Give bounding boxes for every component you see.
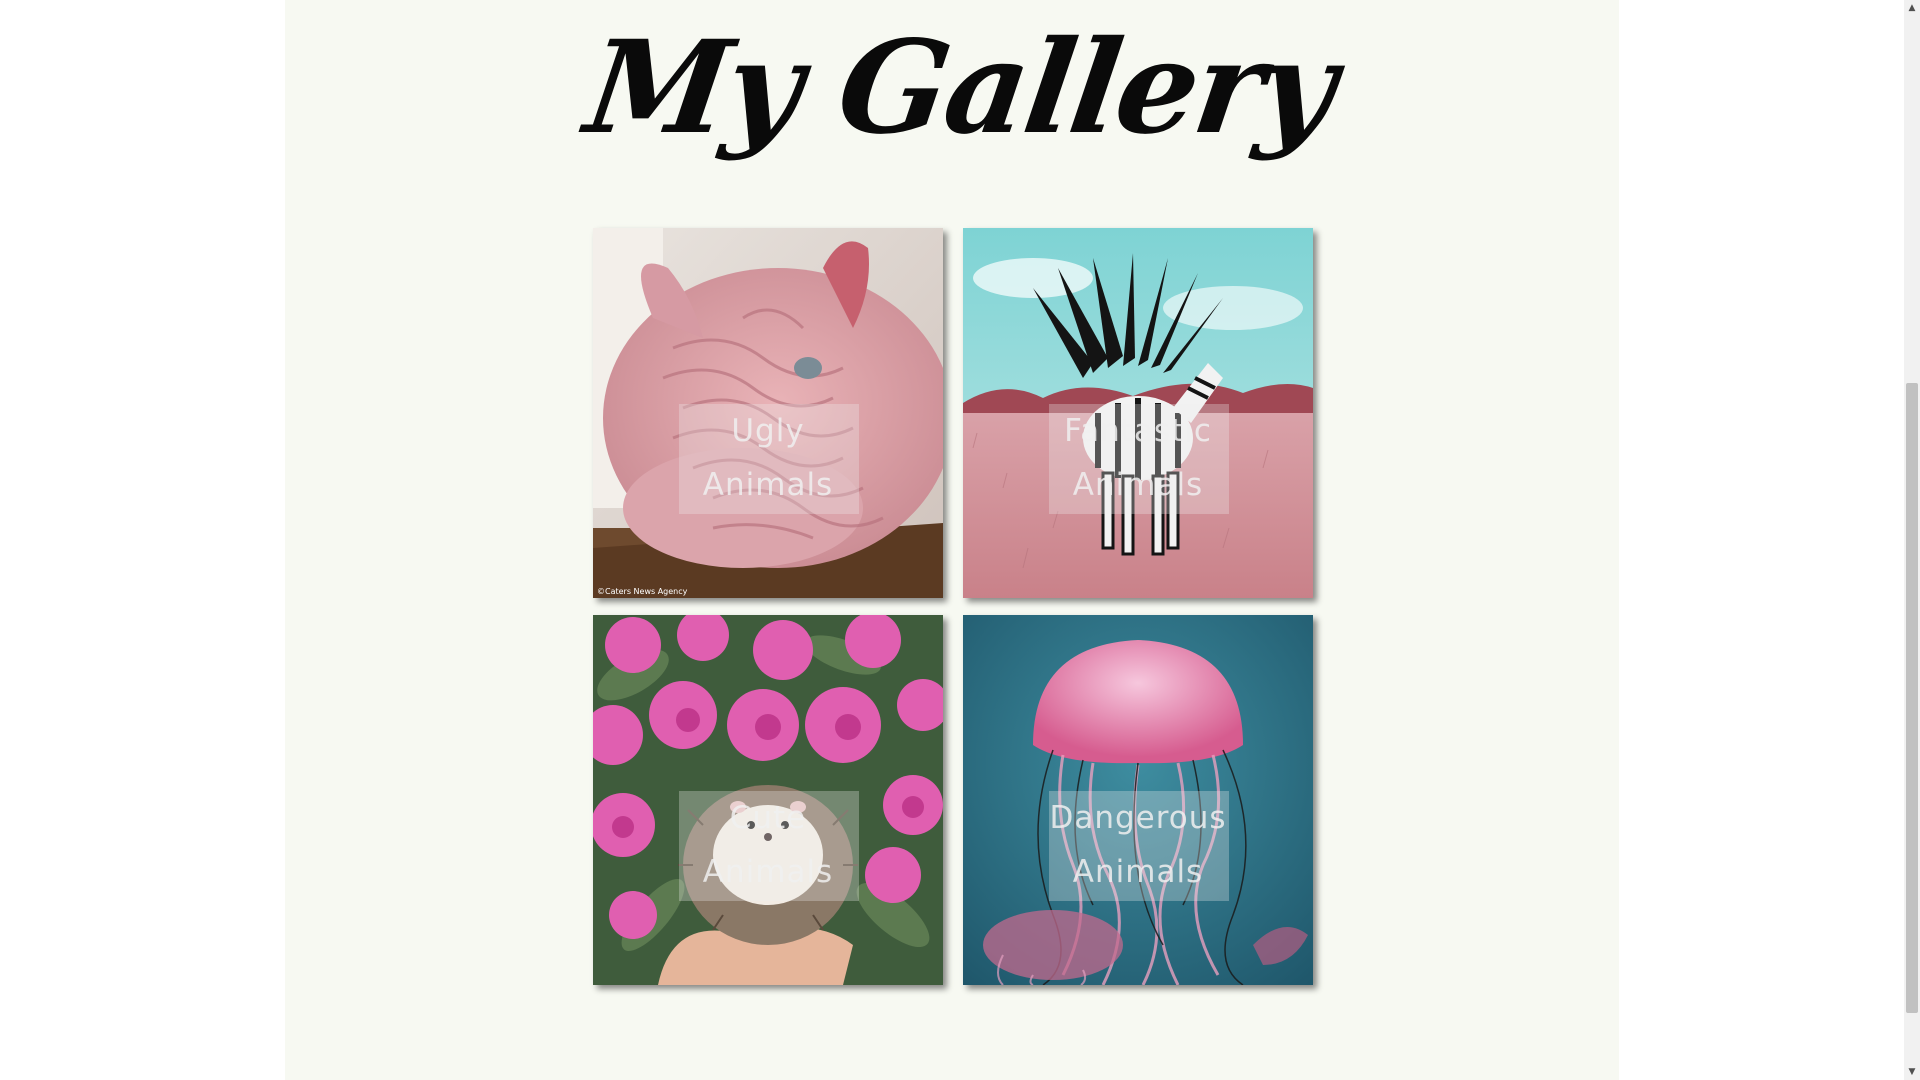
caption-line-2: Animals: [1072, 854, 1204, 890]
page: My Gallery Ugly Animals ©Caters News Age…: [0, 0, 1920, 1080]
caption-line-1: Fantastic: [1064, 413, 1212, 449]
chevron-down-icon[interactable]: ▼: [1904, 1064, 1920, 1080]
image-credit: ©Caters News Agency: [597, 587, 688, 596]
tile-caption: Ugly Animals: [593, 404, 943, 512]
chevron-up-icon[interactable]: ▲: [1904, 0, 1920, 16]
caption-line-1: Dangerous: [1049, 800, 1227, 836]
caption-line-1: Cute: [729, 800, 807, 836]
caption-line-2: Animals: [1072, 467, 1204, 503]
scrollbar-thumb[interactable]: [1906, 383, 1918, 1013]
caption-line-1: Ugly: [731, 413, 805, 449]
gallery-tile-fantastic-animals[interactable]: Fantastic Animals: [963, 228, 1313, 598]
gallery-tile-dangerous-animals[interactable]: Dangerous Animals: [963, 615, 1313, 985]
gallery-tile-cute-animals[interactable]: Cute Animals: [593, 615, 943, 985]
vertical-scrollbar[interactable]: ▲ ▼: [1904, 0, 1920, 1080]
caption-line-2: Animals: [702, 467, 834, 503]
page-title: My Gallery: [577, 13, 1343, 163]
caption-line-2: Animals: [702, 854, 834, 890]
tile-caption: Cute Animals: [593, 791, 943, 899]
tile-caption: Dangerous Animals: [963, 791, 1313, 899]
tile-caption: Fantastic Animals: [963, 404, 1313, 512]
gallery-tile-ugly-animals[interactable]: Ugly Animals ©Caters News Agency: [593, 228, 943, 598]
